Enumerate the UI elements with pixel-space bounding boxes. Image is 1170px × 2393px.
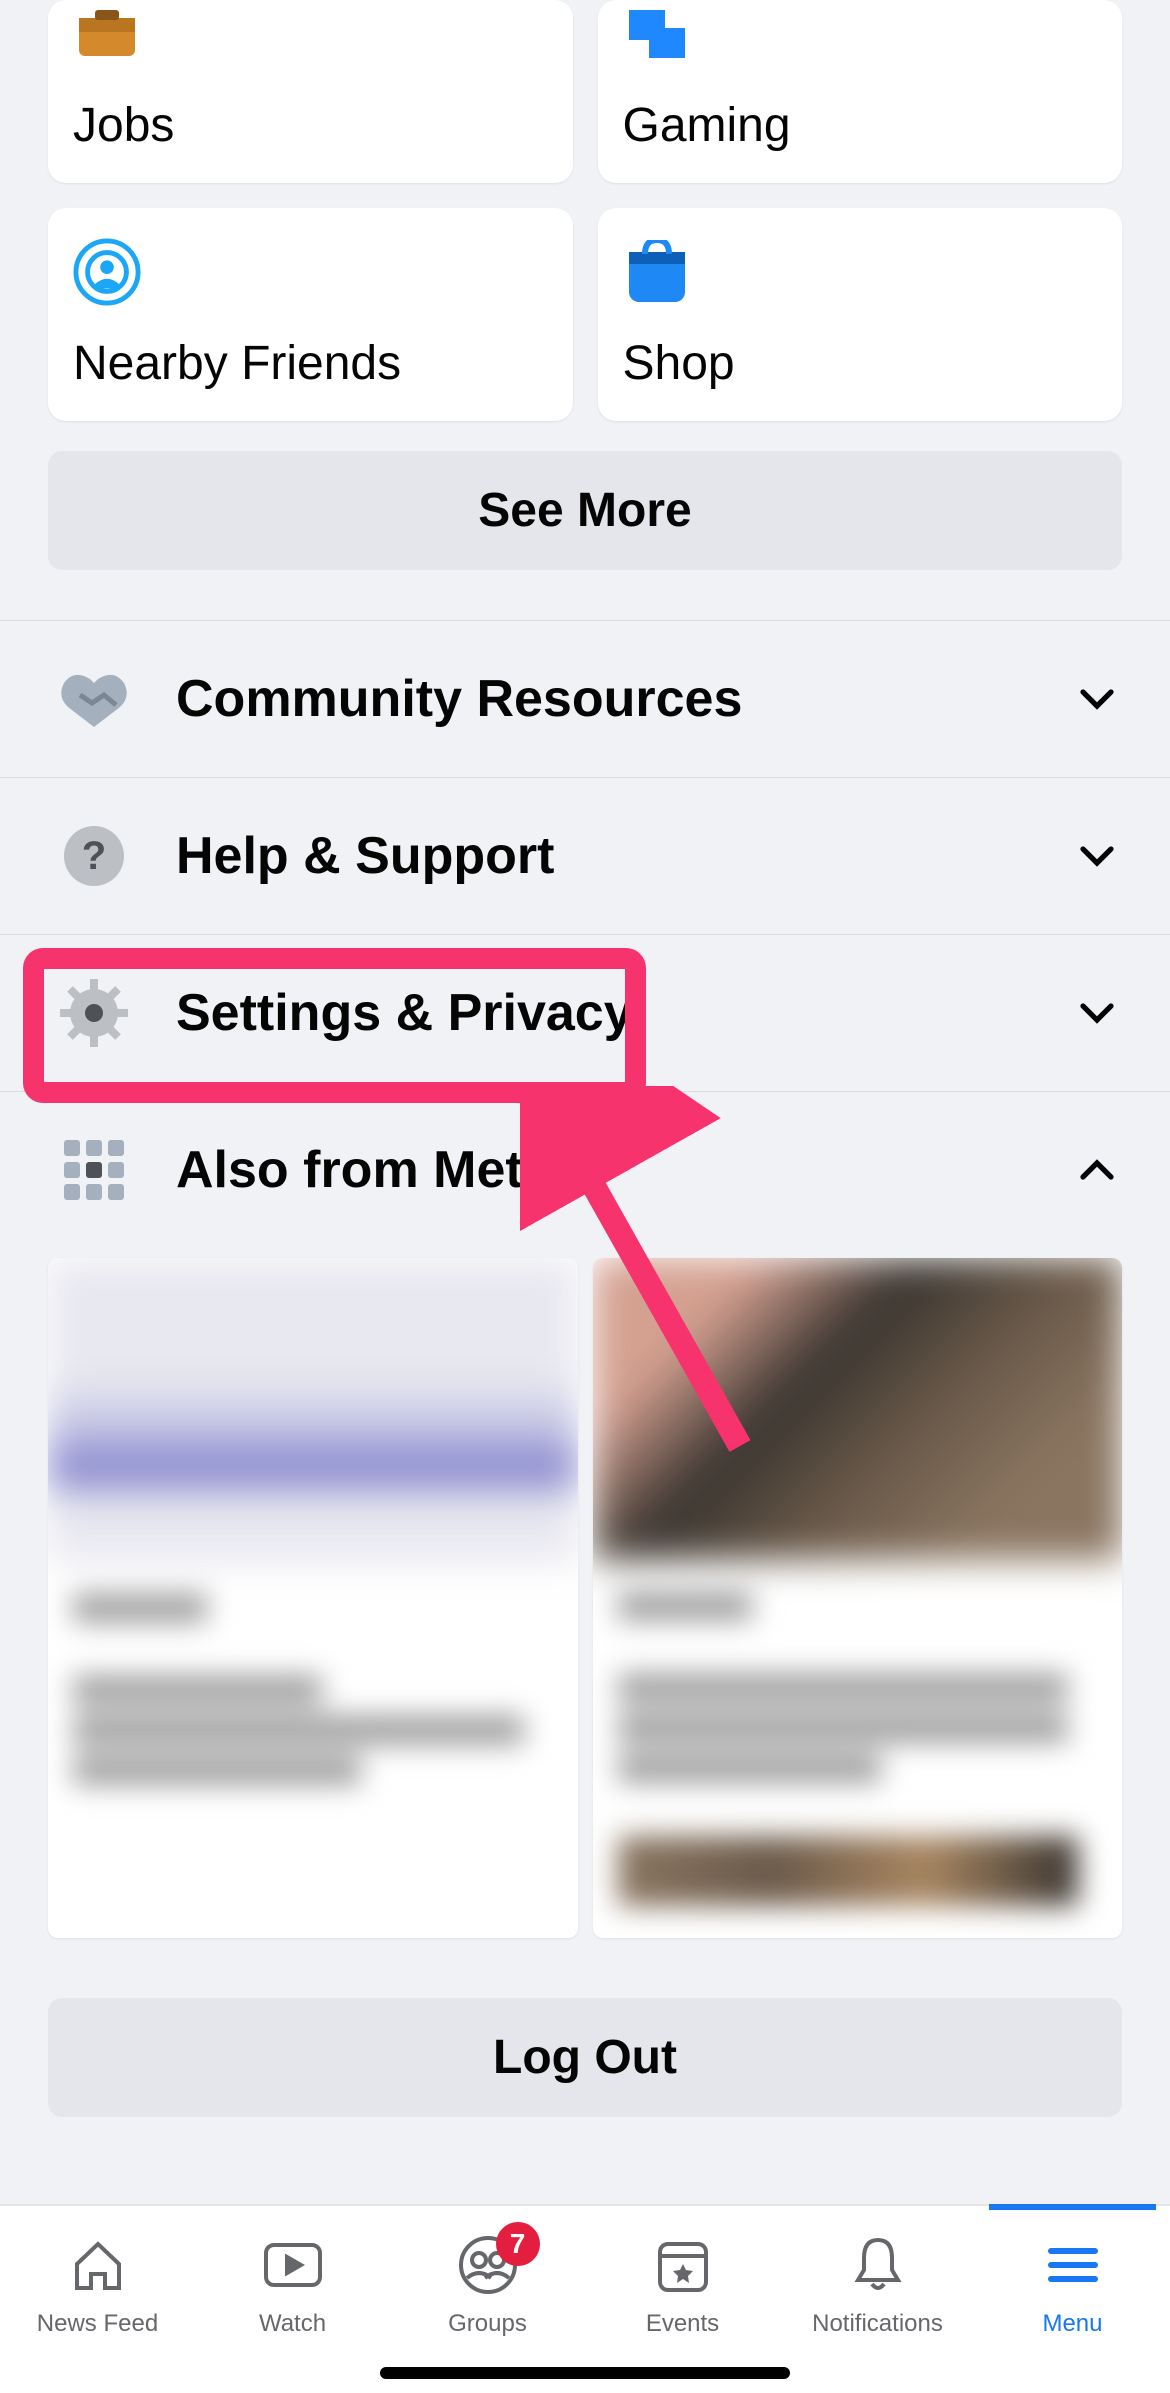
nav-groups[interactable]: 7 Groups — [390, 2232, 585, 2338]
groups-badge: 7 — [496, 2222, 540, 2266]
nav-label: News Feed — [37, 2310, 158, 2338]
menu-row-community-resources[interactable]: Community Resources — [0, 621, 1170, 778]
menu-label: Also from Meta — [176, 1140, 1076, 1200]
shortcut-card-grid: Jobs Gaming Nearby Friends Shop — [0, 0, 1170, 421]
settings-icon — [52, 971, 136, 1055]
jobs-icon — [73, 0, 141, 68]
bottom-nav: News Feed Watch 7 Groups Events Notifica… — [0, 2204, 1170, 2393]
nav-events[interactable]: Events — [585, 2232, 780, 2338]
menu-label: Community Resources — [176, 669, 1076, 729]
notifications-icon — [845, 2232, 911, 2298]
card-label: Jobs — [73, 98, 548, 153]
meta-card-body — [593, 1560, 1123, 1938]
shortcut-card-shop[interactable]: Shop — [598, 208, 1123, 421]
menu-icon — [1040, 2232, 1106, 2298]
menu-label: Help & Support — [176, 826, 1076, 886]
nav-label: Notifications — [812, 2310, 943, 2338]
gaming-icon — [623, 0, 691, 68]
events-icon — [650, 2232, 716, 2298]
nearby-friends-icon — [73, 238, 141, 306]
home-icon — [65, 2232, 131, 2298]
meta-card-image — [593, 1258, 1123, 1560]
meta-grid-icon — [52, 1128, 136, 1212]
community-icon — [52, 657, 136, 741]
watch-icon — [260, 2232, 326, 2298]
shortcut-card-jobs[interactable]: Jobs — [48, 0, 573, 183]
shortcut-card-nearby-friends[interactable]: Nearby Friends — [48, 208, 573, 421]
card-label: Shop — [623, 336, 1098, 391]
meta-cards-row — [0, 1248, 1170, 1998]
chevron-down-icon — [1076, 678, 1118, 720]
chevron-down-icon — [1076, 992, 1118, 1034]
chevron-up-icon — [1076, 1149, 1118, 1191]
see-more-button[interactable]: See More — [48, 451, 1122, 570]
nav-menu[interactable]: Menu — [975, 2232, 1170, 2338]
meta-card-body — [48, 1562, 578, 1938]
nav-news-feed[interactable]: News Feed — [0, 2232, 195, 2338]
chevron-down-icon — [1076, 835, 1118, 877]
nav-label: Groups — [448, 2310, 527, 2338]
meta-card[interactable] — [593, 1258, 1123, 1938]
nav-watch[interactable]: Watch — [195, 2232, 390, 2338]
shortcut-card-gaming[interactable]: Gaming — [598, 0, 1123, 183]
menu-row-help-support[interactable]: ? Help & Support — [0, 778, 1170, 935]
meta-card[interactable] — [48, 1258, 578, 1938]
nav-label: Watch — [259, 2310, 326, 2338]
home-indicator — [380, 2367, 790, 2379]
nav-notifications[interactable]: Notifications — [780, 2232, 975, 2338]
card-label: Gaming — [623, 98, 1098, 153]
menu-label: Settings & Privacy — [176, 983, 1076, 1043]
menu-row-also-from-meta[interactable]: Also from Meta — [0, 1092, 1170, 1248]
help-icon: ? — [52, 814, 136, 898]
nav-label: Events — [646, 2310, 719, 2338]
svg-text:?: ? — [82, 834, 106, 878]
card-label: Nearby Friends — [73, 336, 548, 391]
menu-row-settings-privacy[interactable]: Settings & Privacy — [0, 935, 1170, 1092]
meta-card-image — [48, 1258, 578, 1562]
logout-button[interactable]: Log Out — [48, 1998, 1122, 2117]
shop-icon — [623, 238, 691, 306]
nav-label: Menu — [1042, 2310, 1102, 2338]
